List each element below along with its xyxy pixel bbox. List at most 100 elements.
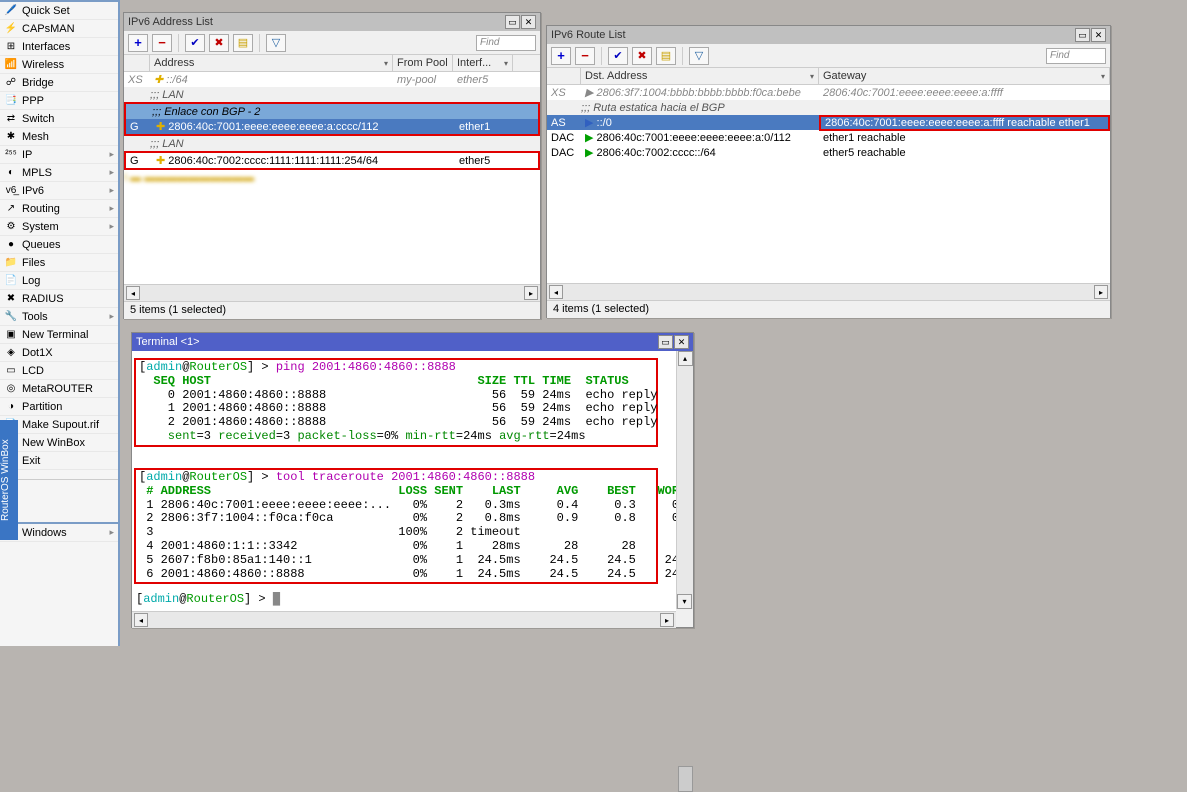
comment-button[interactable]: ▤ [656, 47, 676, 65]
sidebar-item-new-terminal[interactable]: ▣New Terminal [0, 326, 118, 344]
scroll-right-icon[interactable]: ▸ [524, 286, 538, 300]
sidebar-item-metarouter[interactable]: ◎MetaROUTER [0, 380, 118, 398]
disable-button[interactable]: ✖ [632, 47, 652, 65]
disable-button[interactable]: ✖ [209, 34, 229, 52]
window-titlebar[interactable]: IPv6 Address List ▭ ✕ [124, 13, 540, 31]
sidebar-item-label: Make Supout.rif [22, 419, 99, 431]
add-button[interactable]: + [128, 34, 148, 52]
route-icon: ▶ [585, 87, 593, 99]
table-row[interactable]: AS ▶ ::/0 2806:40c:7001:eeee:eeee:eeee:a… [547, 115, 1110, 130]
sidebar-item-partition[interactable]: ◑Partition [0, 398, 118, 416]
window-titlebar[interactable]: Terminal <1> ▭ ✕ [132, 333, 693, 351]
sidebar-item-system[interactable]: ⚙System▸ [0, 218, 118, 236]
metarouter-icon: ◎ [4, 382, 18, 396]
sidebar-item-label: Log [22, 275, 40, 287]
sidebar-item-switch[interactable]: ⇄Switch [0, 110, 118, 128]
scroll-left-icon[interactable]: ◂ [549, 285, 563, 299]
col-interface[interactable]: Interf...▾ [453, 55, 513, 71]
sidebar-item-label: Partition [22, 401, 62, 413]
sidebar-item-ppp[interactable]: 📑PPP [0, 92, 118, 110]
sidebar-item-mesh[interactable]: ✱Mesh [0, 128, 118, 146]
lcd-icon: ▭ [4, 364, 18, 378]
col-dst-address[interactable]: Dst. Address▾ [581, 68, 819, 84]
col-gateway[interactable]: Gateway▾ [819, 68, 1110, 84]
scroll-down-icon[interactable]: ▾ [677, 594, 692, 609]
sidebar-item-label: Routing [22, 203, 60, 215]
sidebar-item-tools[interactable]: 🔧Tools▸ [0, 308, 118, 326]
add-button[interactable]: + [551, 47, 571, 65]
scroll-up-icon[interactable]: ▴ [678, 351, 693, 366]
sidebar-item-capsman[interactable]: ⚡CAPsMAN [0, 20, 118, 38]
wand-icon: 🖊️ [4, 4, 18, 18]
scroll-left-icon[interactable]: ◂ [126, 286, 140, 300]
table-row[interactable]: XS ▶ 2806:3f7:1004:bbbb:bbbb:bbbb:f0ca:b… [547, 85, 1110, 100]
ipv6-address-list-window: IPv6 Address List ▭ ✕ + − ✔ ✖ ▤ ▽ Find A… [123, 12, 541, 319]
table-header: Address▾ From Pool Interf...▾ [124, 55, 540, 72]
horizontal-scrollbar[interactable]: ◂▸ [124, 284, 540, 301]
sidebar-item-lcd[interactable]: ▭LCD [0, 362, 118, 380]
sidebar-item-quickset[interactable]: 🖊️Quick Set [0, 2, 118, 20]
table-row[interactable]: XS ✚ ::/64 my-pool ether5 [124, 72, 540, 87]
minimize-button[interactable]: ▭ [505, 15, 520, 29]
chevron-right-icon: ▸ [109, 311, 114, 322]
find-input[interactable]: Find [1046, 48, 1106, 64]
sidebar-item-wireless[interactable]: 📶Wireless [0, 56, 118, 74]
sidebar-item-ipv6[interactable]: v6̲IPv6▸ [0, 182, 118, 200]
table-row-blurred: I ▬ ▬▬▬▬▬▬▬▬▬▬ [124, 170, 540, 185]
scroll-thumb[interactable] [678, 766, 693, 792]
comment-button[interactable]: ▤ [233, 34, 253, 52]
col-from-pool[interactable]: From Pool [393, 55, 453, 71]
sidebar-item-log[interactable]: 📄Log [0, 272, 118, 290]
highlight-box: 2806:40c:7001:eeee:eeee:eeee:a:ffff reac… [819, 115, 1110, 131]
table-row-comment[interactable]: ;;; LAN [124, 87, 540, 102]
enable-button[interactable]: ✔ [608, 47, 628, 65]
window-titlebar[interactable]: IPv6 Route List ▭ ✕ [547, 26, 1110, 44]
horizontal-scrollbar[interactable]: ◂▸ [547, 283, 1110, 300]
sidebar-item-label: MPLS [22, 167, 52, 179]
terminal-window: Terminal <1> ▭ ✕ [admin@RouterOS] > ping… [131, 332, 694, 628]
sidebar-item-mpls[interactable]: ◐MPLS▸ [0, 164, 118, 182]
sidebar-item-queues[interactable]: ●Queues [0, 236, 118, 254]
remove-button[interactable]: − [152, 34, 172, 52]
filter-button[interactable]: ▽ [689, 47, 709, 65]
minimize-button[interactable]: ▭ [658, 335, 673, 349]
window-title: IPv6 Route List [551, 29, 1075, 41]
sidebar-item-dot1x[interactable]: ◈Dot1X [0, 344, 118, 362]
remove-button[interactable]: − [575, 47, 595, 65]
sidebar-item-label: Queues [22, 239, 61, 251]
table-row-comment[interactable]: ;;; Enlace con BGP - 2 [126, 104, 538, 119]
terminal-line: # ADDRESS LOSS SENT LAST AVG BEST WOR> [139, 484, 676, 498]
sidebar-item-ip[interactable]: ²⁵⁵IP▸ [0, 146, 118, 164]
sidebar-item-files[interactable]: 📁Files [0, 254, 118, 272]
table-row-comment[interactable]: ;;; Ruta estatica hacia el BGP [547, 100, 1110, 115]
horizontal-scrollbar[interactable]: ◂▸ [132, 611, 676, 628]
minimize-button[interactable]: ▭ [1075, 28, 1090, 42]
terminal-line: 2 2806:3f7:1004::f0ca:f0ca 0% 2 0.8ms 0.… [139, 511, 676, 525]
sidebar-item-interfaces[interactable]: ⊞Interfaces [0, 38, 118, 56]
find-input[interactable]: Find [476, 35, 536, 51]
col-address[interactable]: Address▾ [150, 55, 393, 71]
terminal-content[interactable]: [admin@RouterOS] > ping 2001:4860:4860::… [132, 351, 676, 611]
scroll-right-icon[interactable]: ▸ [660, 613, 674, 627]
vertical-scrollbar[interactable]: ▴ ▾ [676, 351, 693, 609]
scroll-left-icon[interactable]: ◂ [134, 613, 148, 627]
address-icon: ✚ [156, 121, 165, 133]
sidebar-item-routing[interactable]: ↗Routing▸ [0, 200, 118, 218]
terminal-prompt: [admin@RouterOS] > █ [136, 593, 280, 607]
close-button[interactable]: ✕ [521, 15, 536, 29]
sidebar-item-bridge[interactable]: ☍Bridge [0, 74, 118, 92]
scroll-right-icon[interactable]: ▸ [1094, 285, 1108, 299]
filter-button[interactable]: ▽ [266, 34, 286, 52]
table-row[interactable]: DAC ▶ 2806:40c:7001:eeee:eeee:eeee:a:0/1… [547, 130, 1110, 145]
table-row-comment[interactable]: ;;; LAN [124, 136, 540, 151]
table-row[interactable]: DAC ▶ 2806:40c:7002:cccc::/64 ether5 rea… [547, 145, 1110, 160]
route-icon: ▶ [585, 132, 593, 144]
sidebar-item-radius[interactable]: ✖RADIUS [0, 290, 118, 308]
table-row[interactable]: G ✚ 2806:40c:7001:eeee:eeee:eeee:a:cccc/… [126, 119, 538, 134]
table-row[interactable]: G ✚ 2806:40c:7002:cccc:1111:1111:1111:25… [126, 153, 538, 168]
enable-button[interactable]: ✔ [185, 34, 205, 52]
sidebar-item-label: PPP [22, 95, 44, 107]
close-button[interactable]: ✕ [1091, 28, 1106, 42]
sidebar-item-label: Mesh [22, 131, 49, 143]
close-button[interactable]: ✕ [674, 335, 689, 349]
